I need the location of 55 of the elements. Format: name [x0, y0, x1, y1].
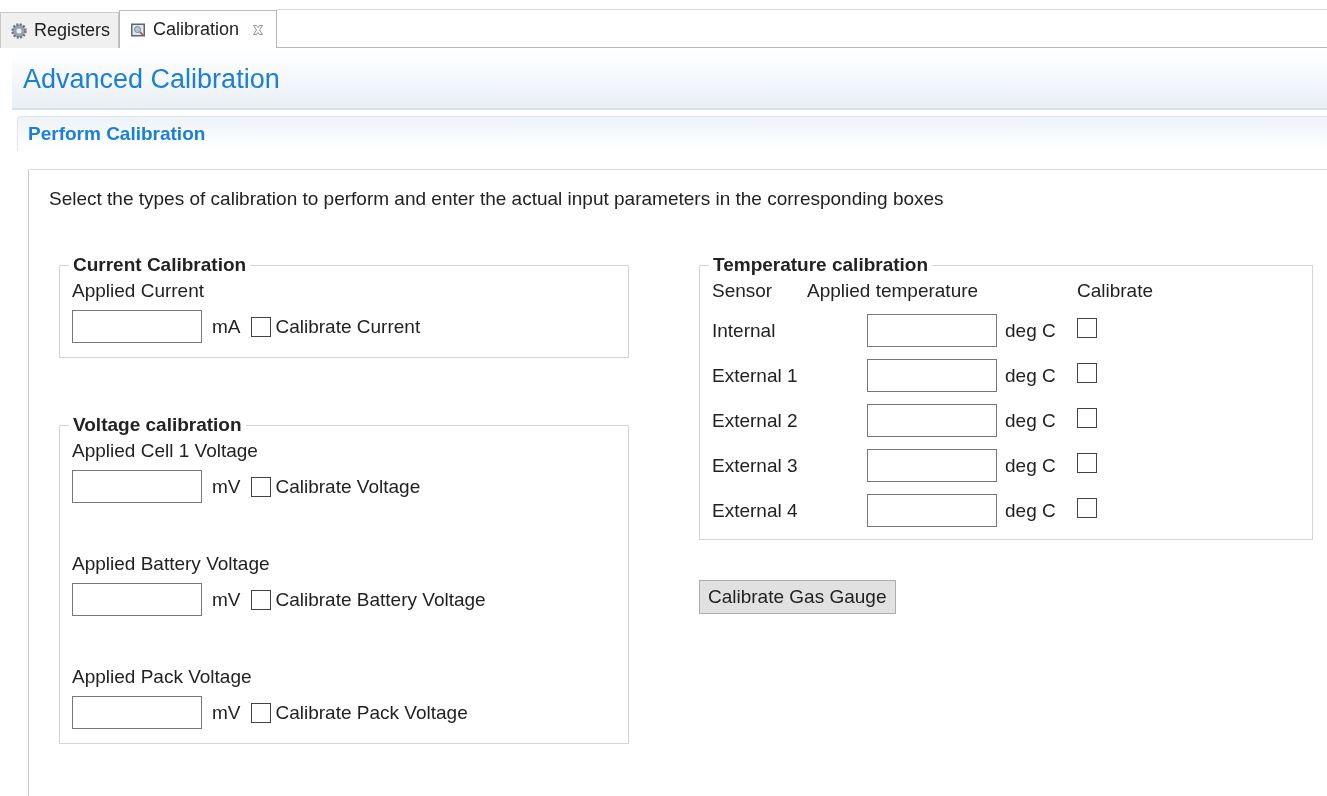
tab[interactable]: Registers [0, 12, 120, 48]
group-title: Temperature calibration [712, 254, 930, 276]
close-icon[interactable] [252, 23, 265, 36]
tab[interactable]: Calibration [119, 10, 278, 48]
checkbox-label: Calibrate Current [275, 315, 421, 338]
sensor-label: External 1 [712, 364, 799, 387]
sensor-label: External 3 [712, 454, 799, 477]
unit-label: deg C [1005, 364, 1056, 387]
sensor-label: External 4 [712, 499, 799, 522]
checkbox[interactable] [1077, 453, 1097, 473]
instructions-text: Select the types of calibration to perform and enter the actual input parameters in the corresponding boxes [49, 188, 945, 210]
unit-label: mV [212, 701, 241, 724]
magnifier-icon [130, 21, 147, 38]
gear-icon [11, 22, 27, 39]
checkbox-label: Calibrate Battery Voltage [275, 588, 486, 611]
page-title: Advanced Calibration [23, 63, 280, 95]
unit-label: deg C [1005, 454, 1056, 477]
input-field[interactable] [867, 404, 997, 437]
checkbox-label: Calibrate Pack Voltage [275, 701, 468, 724]
input-field[interactable] [72, 583, 202, 616]
field-label: Applied Current [72, 280, 206, 302]
checkbox[interactable] [250, 589, 271, 610]
field-label: Applied Pack Voltage [72, 666, 253, 688]
sensor-label: External 2 [712, 409, 799, 432]
column-header: Calibrate [1077, 280, 1155, 302]
section-title: Perform Calibration [28, 123, 206, 145]
input-field[interactable] [72, 696, 202, 729]
unit-label: mV [212, 475, 241, 498]
unit-label: deg C [1005, 409, 1056, 432]
field-label: Applied Battery Voltage [72, 553, 271, 575]
checkbox[interactable] [250, 476, 271, 497]
unit-label: mA [212, 315, 241, 338]
input-field[interactable] [72, 310, 202, 343]
checkbox[interactable] [1077, 498, 1097, 518]
checkbox[interactable] [1077, 408, 1097, 428]
checkbox[interactable] [250, 702, 271, 723]
checkbox-label: Calibrate Voltage [275, 475, 421, 498]
sensor-label: Internal [712, 319, 777, 342]
checkbox[interactable] [1077, 363, 1097, 383]
column-header: Sensor [712, 280, 774, 302]
field-label: Applied Cell 1 Voltage [72, 440, 259, 462]
input-field[interactable] [867, 494, 997, 527]
input-field[interactable] [72, 470, 202, 503]
input-field[interactable] [867, 359, 997, 392]
checkbox[interactable] [1077, 318, 1097, 338]
group-title: Current Calibration [72, 254, 248, 276]
unit-label: deg C [1005, 499, 1056, 522]
input-field[interactable] [867, 449, 997, 482]
checkbox[interactable] [250, 316, 271, 337]
calibrate-button[interactable]: Calibrate Gas Gauge [699, 580, 896, 614]
input-field[interactable] [867, 314, 997, 347]
column-header: Applied temperature [807, 280, 980, 302]
group-title: Voltage calibration [72, 414, 243, 436]
unit-label: deg C [1005, 319, 1056, 342]
unit-label: mV [212, 588, 241, 611]
